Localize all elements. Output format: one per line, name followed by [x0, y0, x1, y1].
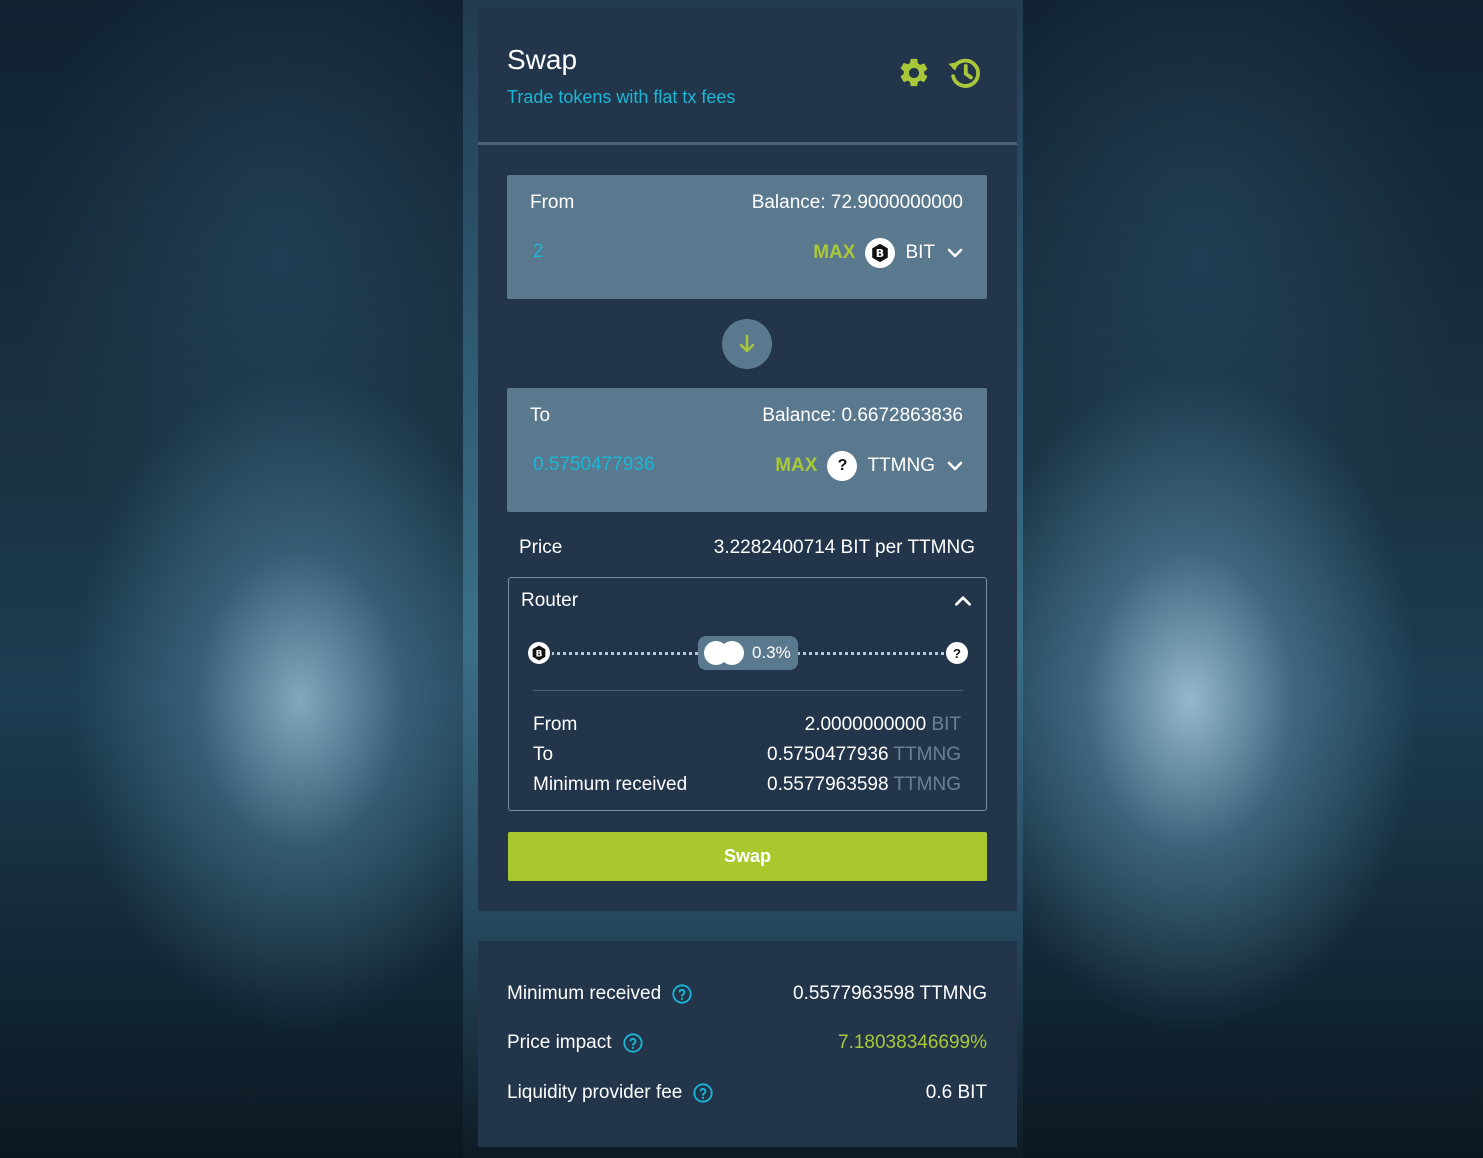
help-circle-icon[interactable]: [671, 983, 693, 1005]
pool-fee: 0.3%: [752, 643, 791, 662]
chevron-down-icon[interactable]: [945, 456, 965, 476]
swap-details-card: Minimum received 0.5577963598 TTMNG Pric…: [478, 941, 1017, 1147]
chevron-down-icon[interactable]: [945, 243, 965, 263]
to-label: To: [530, 405, 551, 426]
to-panel: To Balance: 0.6672863836 0.5750477936 MA…: [507, 388, 987, 512]
swap-header: Swap Trade tokens with flat tx fees: [478, 8, 1017, 145]
router-title: Router: [521, 590, 579, 611]
page-subtitle: Trade tokens with flat tx fees: [507, 87, 736, 107]
swap-card: Swap Trade tokens with flat tx fees From…: [478, 8, 1017, 911]
help-circle-icon[interactable]: [692, 1082, 714, 1104]
router-row-label: To: [533, 744, 554, 765]
unknown-token-icon: ?: [944, 640, 970, 666]
router-row-value: 0.5577963598 TTMNG: [767, 774, 961, 795]
min-received-label: Minimum received: [507, 983, 662, 1004]
route-path: B 0.3% ?: [526, 636, 970, 670]
to-max-button[interactable]: MAX: [775, 455, 817, 477]
pool-pair-icon: [704, 641, 748, 665]
price-label: Price: [519, 537, 563, 558]
router-divider: [533, 690, 963, 691]
router-row-from: From 2.0000000000 BIT: [533, 714, 961, 736]
from-balance: Balance: 72.9000000000: [751, 192, 963, 213]
info-row-lp-fee: Liquidity provider fee 0.6 BIT: [507, 1082, 987, 1104]
svg-text:B: B: [536, 649, 543, 659]
router-row-value: 2.0000000000 BIT: [804, 714, 961, 735]
from-amount-input[interactable]: 2: [533, 241, 544, 263]
bit-token-icon: B: [526, 640, 552, 666]
unknown-token-icon: ?: [827, 451, 858, 481]
to-balance: Balance: 0.6672863836: [762, 405, 963, 426]
history-icon[interactable]: [945, 54, 985, 92]
pool-badge[interactable]: 0.3%: [698, 636, 798, 670]
router-row-value: 0.5750477936 TTMNG: [767, 744, 961, 765]
help-circle-icon[interactable]: [622, 1032, 644, 1054]
lp-fee-label: Liquidity provider fee: [507, 1082, 683, 1103]
info-row-price-impact: Price impact 7.18038346699%: [507, 1032, 987, 1054]
swap-button[interactable]: Swap: [508, 832, 987, 881]
to-amount-input[interactable]: 0.5750477936: [533, 454, 655, 476]
chevron-up-icon[interactable]: [952, 590, 974, 612]
from-label: From: [530, 192, 575, 213]
router-row-label: From: [533, 714, 578, 735]
bit-token-icon: B: [865, 238, 896, 268]
price-impact-value: 7.18038346699%: [838, 1032, 987, 1053]
to-token-selector[interactable]: MAX ? TTMNG: [775, 448, 965, 484]
router-row-min-received: Minimum received 0.5577963598 TTMNG: [533, 774, 961, 796]
min-received-value: 0.5577963598 TTMNG: [793, 983, 987, 1004]
price-value: 3.2282400714 BIT per TTMNG: [713, 537, 975, 558]
svg-text:B: B: [876, 247, 884, 260]
router-row-to: To 0.5750477936 TTMNG: [533, 744, 961, 766]
from-max-button[interactable]: MAX: [813, 242, 855, 264]
price-impact-label: Price impact: [507, 1032, 612, 1053]
info-row-min-received: Minimum received 0.5577963598 TTMNG: [507, 983, 987, 1005]
gear-icon[interactable]: [897, 56, 931, 90]
router-row-label: Minimum received: [533, 774, 688, 795]
switch-direction-button[interactable]: [722, 319, 772, 369]
lp-fee-value: 0.6 BIT: [925, 1082, 987, 1103]
page-title: Swap: [507, 44, 578, 75]
router-panel: Router B 0.3% ? From 2.0000000000 BIT To…: [508, 577, 987, 811]
arrow-down-icon: [739, 334, 755, 353]
from-token-selector[interactable]: MAX B BIT: [813, 235, 965, 271]
header-divider: [478, 142, 1017, 145]
from-token-symbol: BIT: [905, 242, 935, 263]
price-row: Price 3.2282400714 BIT per TTMNG: [519, 537, 975, 559]
to-token-symbol: TTMNG: [867, 455, 935, 476]
from-panel: From Balance: 72.9000000000 2 MAX B BIT: [507, 175, 987, 299]
